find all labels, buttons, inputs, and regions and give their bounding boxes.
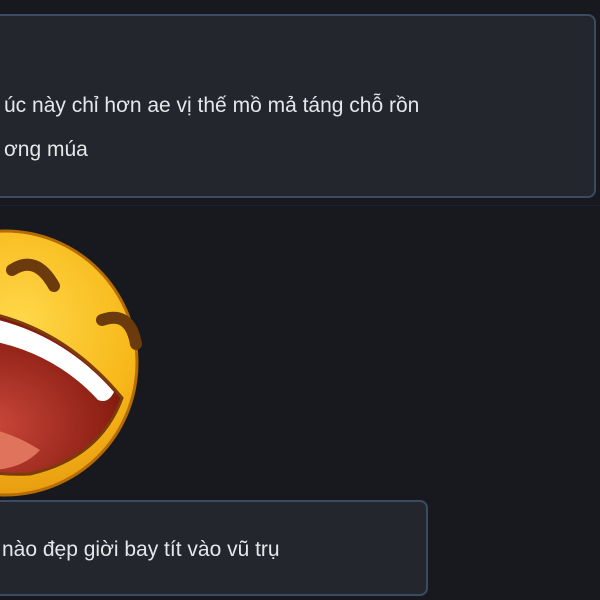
message-text-line: nào đẹp giời bay tít vào vũ trụ bbox=[2, 538, 280, 561]
message-bubble[interactable]: nào đẹp giời bay tít vào vũ trụ bbox=[0, 500, 428, 596]
message-text-line: úc này chỉ hơn ae vị thế mồ mả táng chỗ … bbox=[4, 94, 420, 117]
chat-viewport[interactable]: úc này chỉ hơn ae vị thế mồ mả táng chỗ … bbox=[0, 0, 600, 600]
message-divider bbox=[0, 205, 600, 206]
message-bubble[interactable]: úc này chỉ hơn ae vị thế mồ mả táng chỗ … bbox=[0, 14, 596, 198]
laughing-emoji-icon[interactable] bbox=[0, 228, 170, 498]
message-text-line: ơng múa bbox=[4, 138, 88, 161]
